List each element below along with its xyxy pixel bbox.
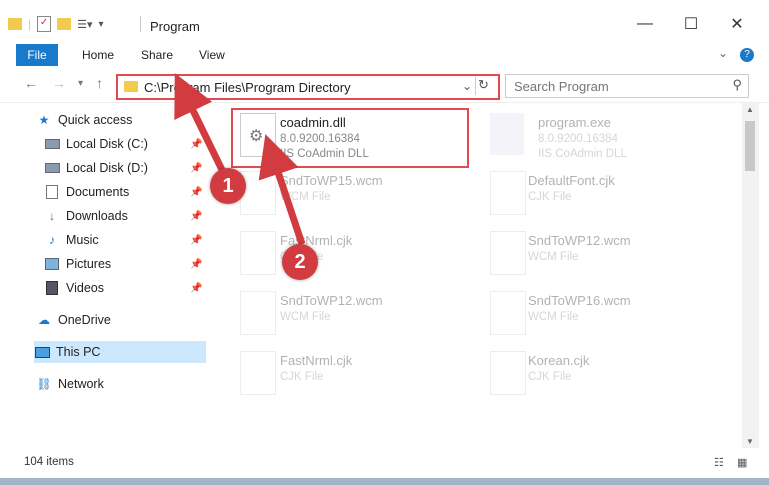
details-view-icon[interactable]: ☷ <box>714 456 724 469</box>
large-icons-view-icon[interactable]: ▦ <box>737 456 747 469</box>
status-bar: 104 items ☷ ▦ <box>0 448 769 478</box>
arrow-2 <box>258 134 306 246</box>
item-count: 104 items <box>24 456 74 468</box>
desktop-strip <box>0 478 769 485</box>
callout-1: 1 <box>210 168 246 204</box>
arrow-1 <box>174 73 228 176</box>
annotation-arrows <box>174 73 306 246</box>
callout-2: 2 <box>282 244 318 280</box>
